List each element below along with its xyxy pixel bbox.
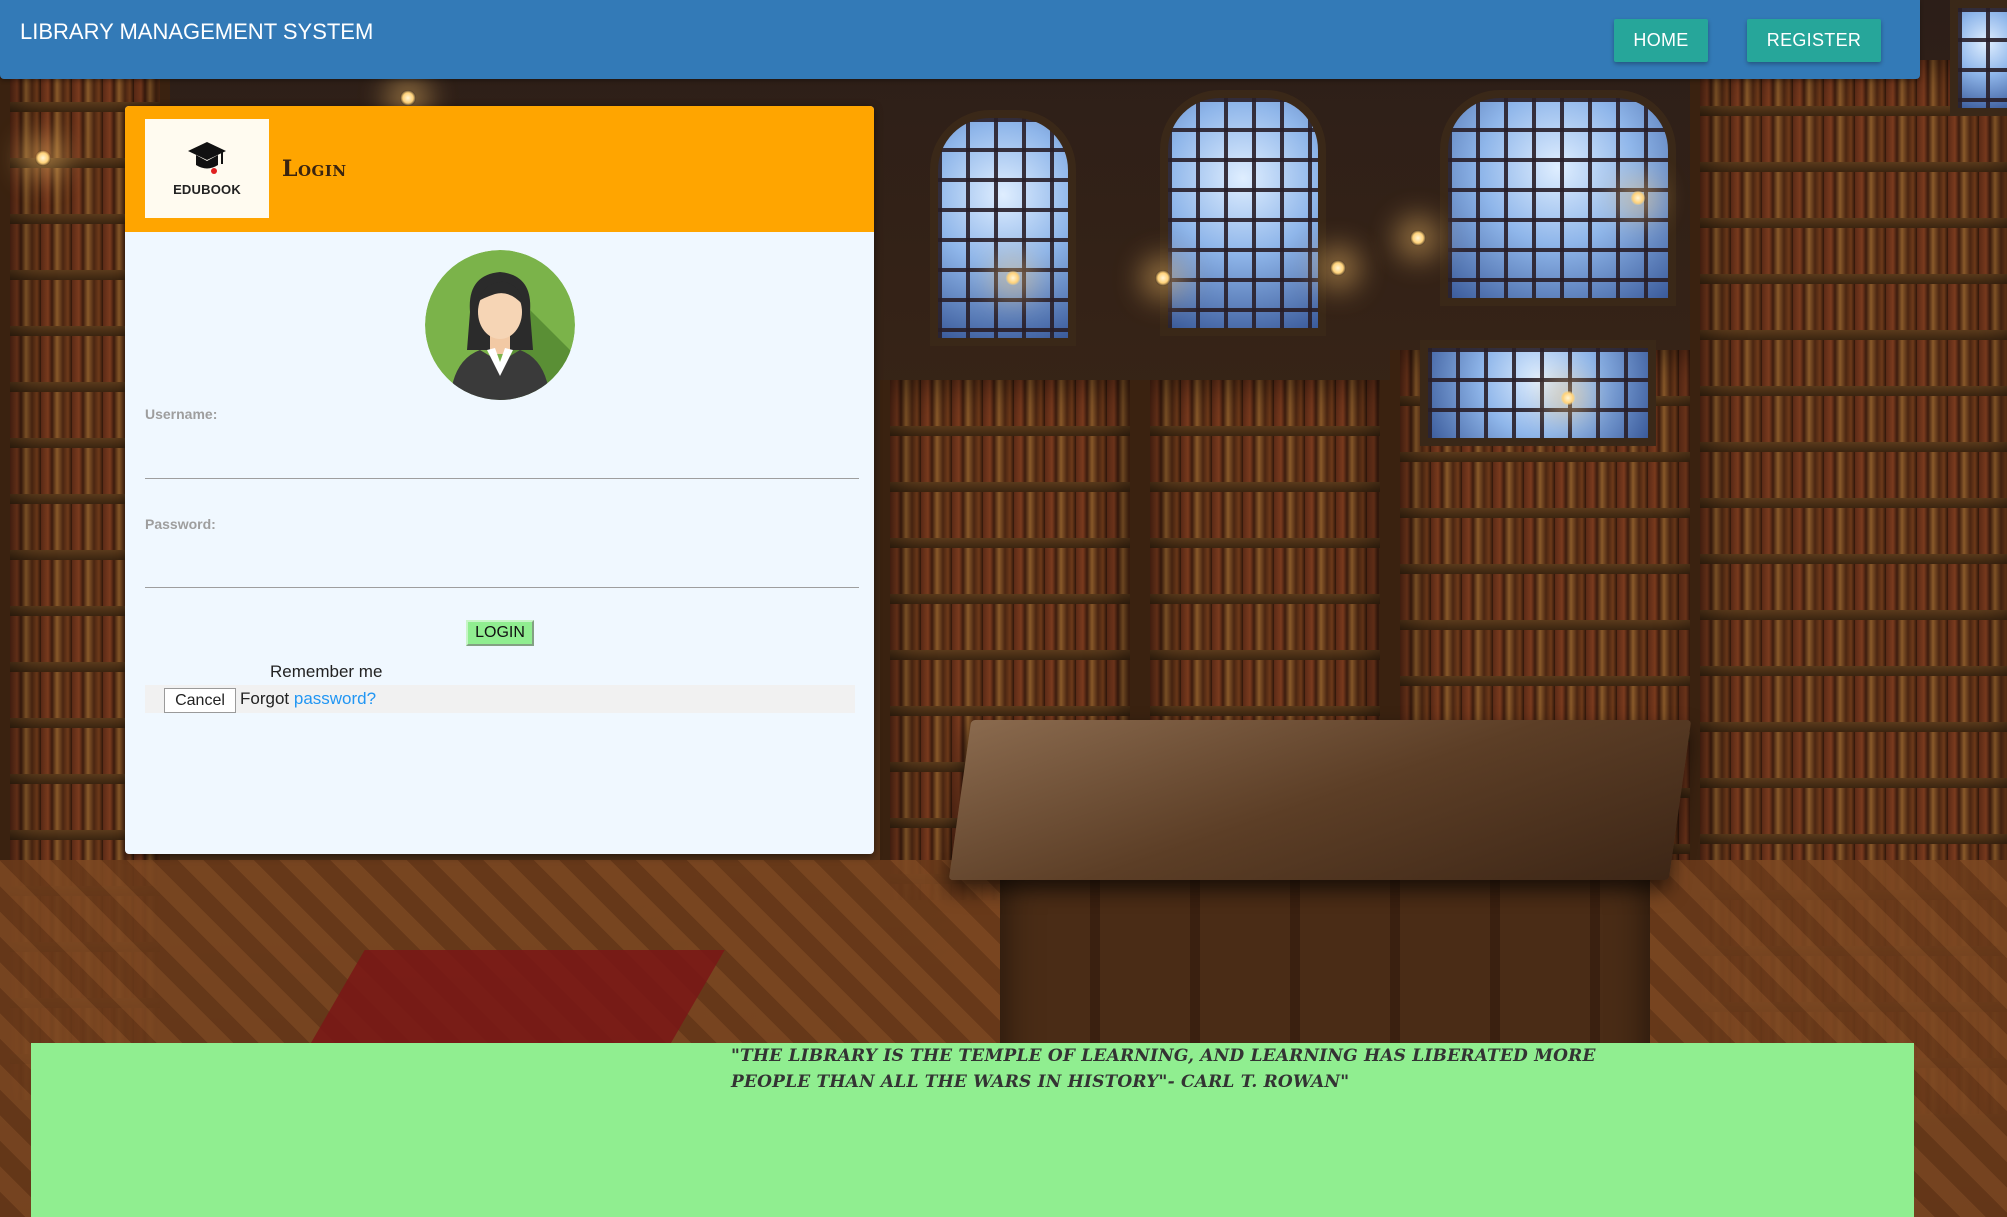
register-button[interactable]: REGISTER [1747, 19, 1881, 62]
lamp [1560, 390, 1576, 406]
login-footer-bar: Cancel Forgot password? [145, 685, 855, 713]
app-title: LIBRARY MANAGEMENT SYSTEM [20, 19, 374, 44]
password-input[interactable] [145, 545, 859, 588]
quote-footer: "The library is the temple of learning, … [31, 1043, 1914, 1217]
forgot-label: Forgot [240, 689, 290, 708]
lamp [1630, 190, 1646, 206]
username-label: Username: [145, 406, 218, 422]
lamp [35, 150, 51, 166]
edubook-logo: EDUBOOK [145, 119, 269, 218]
lamp [1330, 260, 1346, 276]
login-title: Login [282, 156, 347, 182]
lamp [1005, 270, 1021, 286]
lamp [1410, 230, 1426, 246]
user-avatar-icon [425, 250, 575, 400]
stained-glass-window [930, 110, 1076, 346]
login-button[interactable]: LOGIN [466, 620, 534, 646]
cancel-button[interactable]: Cancel [164, 688, 236, 713]
lectern-top [948, 720, 1692, 880]
stained-glass-window [1950, 0, 2007, 116]
lamp [1155, 270, 1171, 286]
password-label: Password: [145, 516, 216, 532]
lamp [400, 90, 416, 106]
top-navbar: LIBRARY MANAGEMENT SYSTEM HOME REGISTER [0, 0, 1920, 79]
login-card-header: EDUBOOK Login [125, 106, 874, 232]
logo-text: EDUBOOK [173, 182, 241, 197]
login-card: EDUBOOK Login Username: Password: LOGIN … [125, 106, 874, 854]
stained-glass-window [1420, 340, 1656, 446]
username-input[interactable] [145, 436, 859, 479]
forgot-password-text: Forgot password? [240, 689, 376, 709]
remember-me-label[interactable]: Remember me [270, 662, 382, 682]
home-button[interactable]: HOME [1614, 19, 1708, 62]
forgot-password-link[interactable]: password? [294, 689, 376, 708]
library-quote: "The library is the temple of learning, … [731, 1046, 1596, 1092]
graduation-cap-icon [188, 142, 226, 174]
stained-glass-window [1160, 90, 1326, 336]
